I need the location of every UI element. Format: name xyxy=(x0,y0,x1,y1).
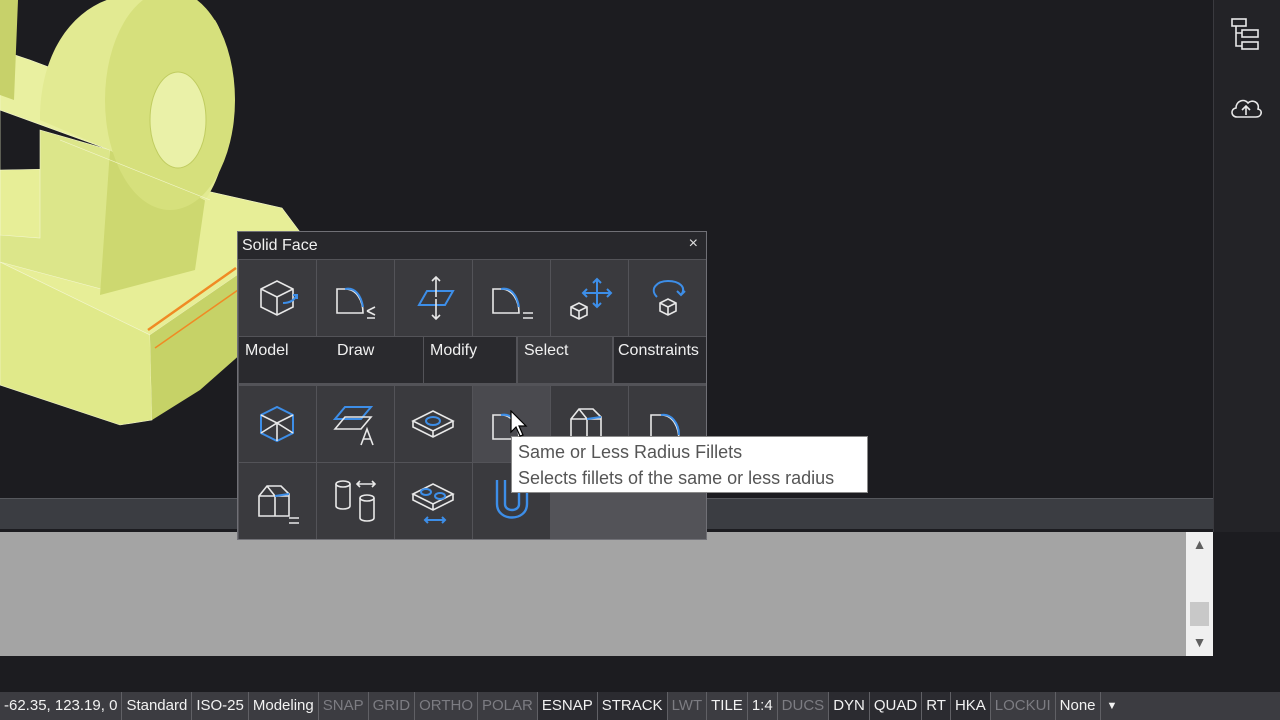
close-button[interactable]: × xyxy=(689,235,698,253)
status-iso-25-toggle[interactable]: ISO-25 xyxy=(192,692,249,720)
cloud-upload-icon[interactable] xyxy=(1228,90,1264,126)
palette-title-bar[interactable]: Solid Face × xyxy=(238,232,706,259)
status-rt-toggle[interactable]: RT xyxy=(922,692,951,720)
equal-chamfers-icon[interactable] xyxy=(239,463,316,539)
command-scrollbar[interactable]: ▲ ▼ xyxy=(1186,532,1213,656)
status-lockui-toggle[interactable]: LOCKUI xyxy=(991,692,1056,720)
status-ortho-toggle[interactable]: ORTHO xyxy=(415,692,478,720)
status-polar-toggle[interactable]: POLAR xyxy=(478,692,538,720)
move-face-icon[interactable] xyxy=(395,260,472,336)
status-quad-toggle[interactable]: QUAD xyxy=(869,692,923,720)
status-ducs-toggle[interactable]: DUCS xyxy=(778,692,830,720)
mouse-cursor-icon xyxy=(510,410,528,437)
equal-holes-icon[interactable] xyxy=(395,463,472,539)
scroll-up-icon[interactable]: ▲ xyxy=(1186,534,1213,554)
solid-face-palette: Solid Face × Model Draw Modify Select Co… xyxy=(237,231,707,540)
tab-modify[interactable]: Modify xyxy=(424,337,516,383)
rotate-solid-icon[interactable] xyxy=(629,260,706,336)
status-esnap-toggle[interactable]: ESNAP xyxy=(537,692,598,720)
tab-constraints[interactable]: Constraints xyxy=(614,337,706,383)
tooltip-description: Selects fillets of the same or less radi… xyxy=(518,468,835,488)
status-tile-toggle[interactable]: TILE xyxy=(707,692,748,720)
select-planar-text-icon[interactable] xyxy=(317,386,394,462)
status-none-toggle[interactable]: None xyxy=(1056,692,1101,720)
tab-model[interactable]: Model xyxy=(239,337,331,383)
status-menu-dropdown-icon[interactable]: ▼ xyxy=(1101,692,1124,720)
palette-title: Solid Face xyxy=(242,237,318,254)
status-strack-toggle[interactable]: STRACK xyxy=(597,692,668,720)
equal-fillet-icon[interactable] xyxy=(473,260,550,336)
status-standard-toggle[interactable]: Standard xyxy=(122,692,193,720)
select-all-faces-icon[interactable] xyxy=(239,386,316,462)
status-dyn-toggle[interactable]: DYN xyxy=(829,692,870,720)
status-1-4-toggle[interactable]: 1:4 xyxy=(748,692,778,720)
command-line-area[interactable] xyxy=(0,532,1186,656)
tooltip: Same or Less Radius Fillets Selects fill… xyxy=(511,436,868,493)
status-grid-toggle[interactable]: GRID xyxy=(369,692,416,720)
coordinates-readout: -62.35, 123.19, 0 xyxy=(0,692,123,720)
right-toolbar xyxy=(1213,0,1280,532)
status-snap-toggle[interactable]: SNAP xyxy=(319,692,369,720)
radius-less-fillet-icon[interactable] xyxy=(317,260,394,336)
tab-draw[interactable]: Draw xyxy=(331,337,423,383)
scroll-down-icon[interactable]: ▼ xyxy=(1186,632,1213,652)
solid-box-icon[interactable] xyxy=(239,260,316,336)
scroll-thumb[interactable] xyxy=(1190,602,1209,626)
status-bar: -62.35, 123.19, 0 Standard ISO-25 Modeling S… xyxy=(0,692,1280,720)
divider xyxy=(0,656,1280,692)
hierarchy-tree-icon[interactable] xyxy=(1228,16,1264,52)
status-hka-toggle[interactable]: HKA xyxy=(950,692,991,720)
status-modeling-toggle[interactable]: Modeling xyxy=(249,692,319,720)
tab-select[interactable]: Select xyxy=(518,337,612,383)
tooltip-title: Same or Less Radius Fillets xyxy=(518,442,743,462)
move-solid-icon[interactable] xyxy=(551,260,628,336)
select-holes-icon[interactable] xyxy=(395,386,472,462)
status-lwt-toggle[interactable]: LWT xyxy=(668,692,708,720)
equal-cylinders-icon[interactable] xyxy=(317,463,394,539)
